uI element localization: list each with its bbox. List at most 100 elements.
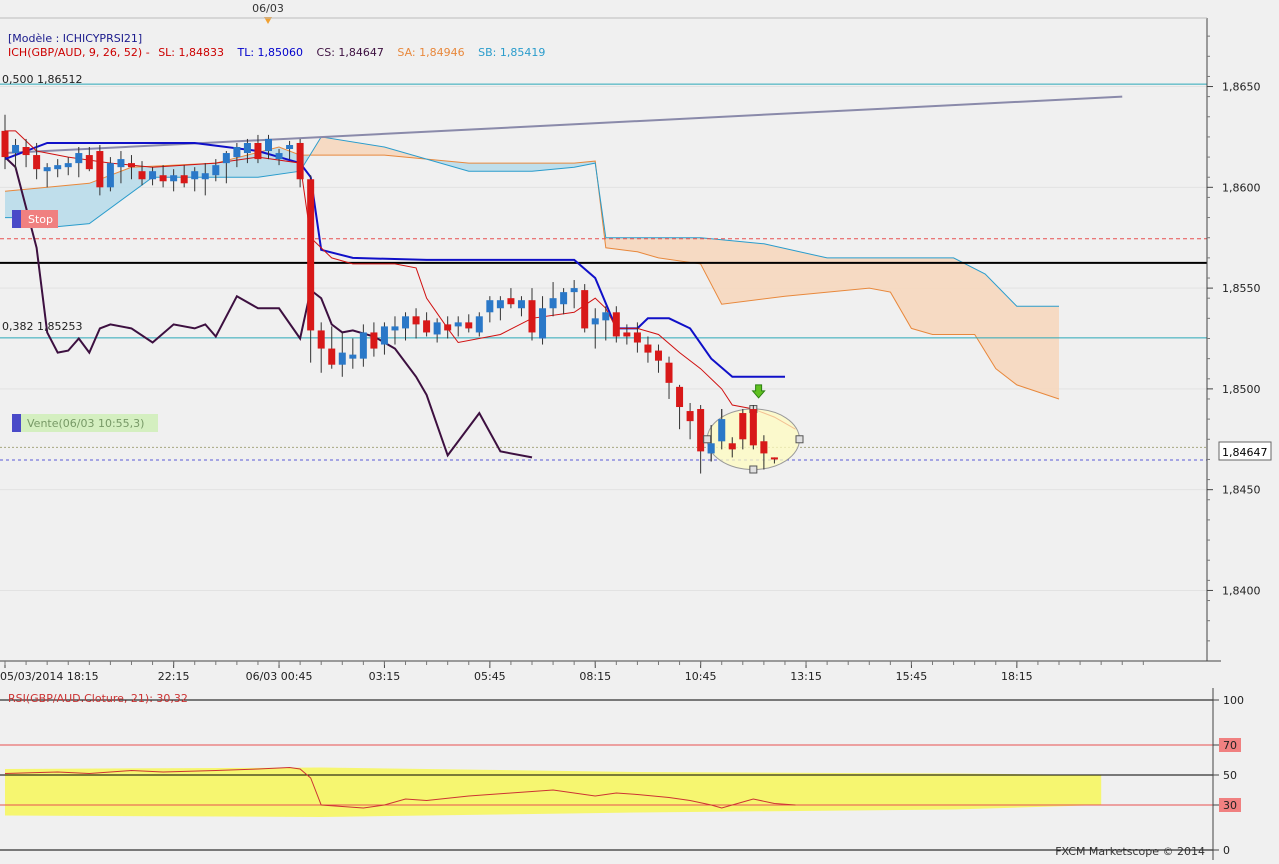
candle-body-25 [265,138,272,152]
rsi-label: RSI(GBP/AUD.Cloture, 21): 30,32 [8,692,188,705]
candle-body-12 [127,163,135,168]
rsi-tick-label-0: 100 [1223,694,1244,707]
selected-candle-body-72 [760,441,768,454]
candle-body-11 [117,159,125,168]
candle-body-19 [201,173,209,180]
candle-body-33 [349,354,357,359]
candle-body-55 [581,290,589,329]
candle-body-35 [370,332,378,349]
chart-window: 100 70 50 30 0 1,8650 1,8600 1,8550 1,8500 1,845… [0,0,1279,860]
candle-body-3 [33,155,41,170]
candle-body-66 [697,409,705,452]
candle-body-21 [222,153,230,164]
candle-body-14 [149,171,157,180]
candle-body-13 [138,171,146,180]
candle-body-9 [96,151,104,188]
candle-body-7 [75,153,83,164]
time-tick-label-6: 10:45 [685,670,717,683]
current-price-label: 1,84647 [1222,446,1268,459]
candle-body-10 [106,163,114,188]
candle-body-24 [254,142,262,160]
candle-body-40 [423,320,431,333]
rsi-tick-label-4: 0 [1223,844,1230,857]
price-axis: 1,8650 1,8600 1,8550 1,8500 1,8450 1,8400 [1207,35,1261,642]
stop-tag-handle[interactable] [12,210,21,228]
time-tick-label-7: 13:15 [790,670,822,683]
candle-body-16 [170,175,178,182]
ichimoku-label: ICH(GBP/AUD, 9, 26, 52) - [8,46,150,59]
candle-body-49 [517,300,525,309]
vente-tag-label: Vente(06/03 10:55,3) [27,417,144,430]
fib-500-label: 0,500 1,86512 [2,73,82,86]
candle-body-4 [43,167,51,172]
time-tick-label-5: 08:15 [579,670,611,683]
time-tick-label-3: 03:15 [369,670,401,683]
vente-tag[interactable]: Vente(06/03 10:55,3) [12,414,158,432]
model-label: [Modèle : ICHICYPRSI21] [8,32,142,45]
date-marker-label: 06/03 [252,2,284,15]
candle-body-32 [338,352,346,365]
candle-body-50 [528,300,536,333]
time-axis: 05/03/2014 18:15 22:15 06/03 00:45 03:15 05:… [0,661,1144,683]
price-tick-label-5: 1,8400 [1222,584,1261,597]
selected-candle-body-70 [739,413,747,440]
time-tick-label-9: 18:15 [1001,670,1033,683]
candle-body-27 [286,144,294,150]
selected-candle-body-71 [749,409,757,446]
candle-body-65 [686,411,694,422]
candle-body-58 [612,312,620,337]
watermark: FXCM Marketscope © 2014 [1055,845,1205,858]
candle-body-42 [444,324,452,331]
candle-body-2 [22,147,30,156]
price-tick-label-2: 1,8550 [1222,282,1261,295]
price-tick-label-4: 1,8450 [1222,484,1261,497]
candle-body-61 [644,344,652,353]
candle-body-6 [64,163,72,168]
candle-body-22 [233,147,241,158]
sl-value: SL: 1,84833 [158,46,224,59]
selection-handle-1[interactable] [749,465,758,474]
candle-body-15 [159,175,167,182]
candle-body-62 [654,350,662,361]
candle-body-51 [539,308,547,339]
candle-body-63 [665,362,673,383]
candle-body-43 [454,322,462,327]
sa-value: SA: 1,84946 [397,46,464,59]
selected-candle-body-68 [718,419,726,442]
candle-body-29 [307,179,315,331]
candle-body-8 [85,155,93,170]
candle-body-20 [212,165,220,176]
candle-body-1 [12,144,20,154]
selection-handle-3[interactable] [795,435,804,444]
tl-value: TL: 1,85060 [237,46,304,59]
candle-body-34 [359,332,367,359]
time-tick-label-0: 05/03/2014 18:15 [0,670,99,683]
candle-body-44 [465,322,473,329]
candle-body-38 [402,316,410,329]
candle-body-23 [243,142,251,154]
price-tick-label-3: 1,8500 [1222,383,1261,396]
rsi-tick-label-1: 70 [1223,739,1237,752]
candle-body-53 [560,292,568,305]
selected-candle-body-73 [770,457,778,460]
candle-body-31 [328,348,336,365]
selected-candle-body-67 [707,443,715,454]
stop-tag[interactable]: Stop [12,210,58,228]
time-tick-label-4: 05:45 [474,670,506,683]
candle-body-17 [180,175,188,184]
time-tick-label-8: 15:45 [896,670,928,683]
candle-body-47 [496,300,504,309]
candle-body-36 [380,326,388,345]
selection-handle-2[interactable] [703,435,712,444]
candle-body-30 [317,330,325,349]
price-tick-label-0: 1,8650 [1222,81,1261,94]
selected-candle-body-69 [728,443,736,450]
candle-body-64 [676,386,684,408]
indicator-legend: ICH(GBP/AUD, 9, 26, 52) - SL: 1,84833 TL… [8,46,545,59]
candle-body-60 [633,332,641,343]
vente-tag-handle[interactable] [12,414,21,432]
price-chart[interactable]: 100 70 50 30 0 1,8650 1,8600 1,8550 1,8500 1,845… [0,0,1279,860]
candle-body-56 [591,318,599,325]
candle-body-57 [602,312,610,321]
time-tick-label-2: 06/03 00:45 [246,670,313,683]
